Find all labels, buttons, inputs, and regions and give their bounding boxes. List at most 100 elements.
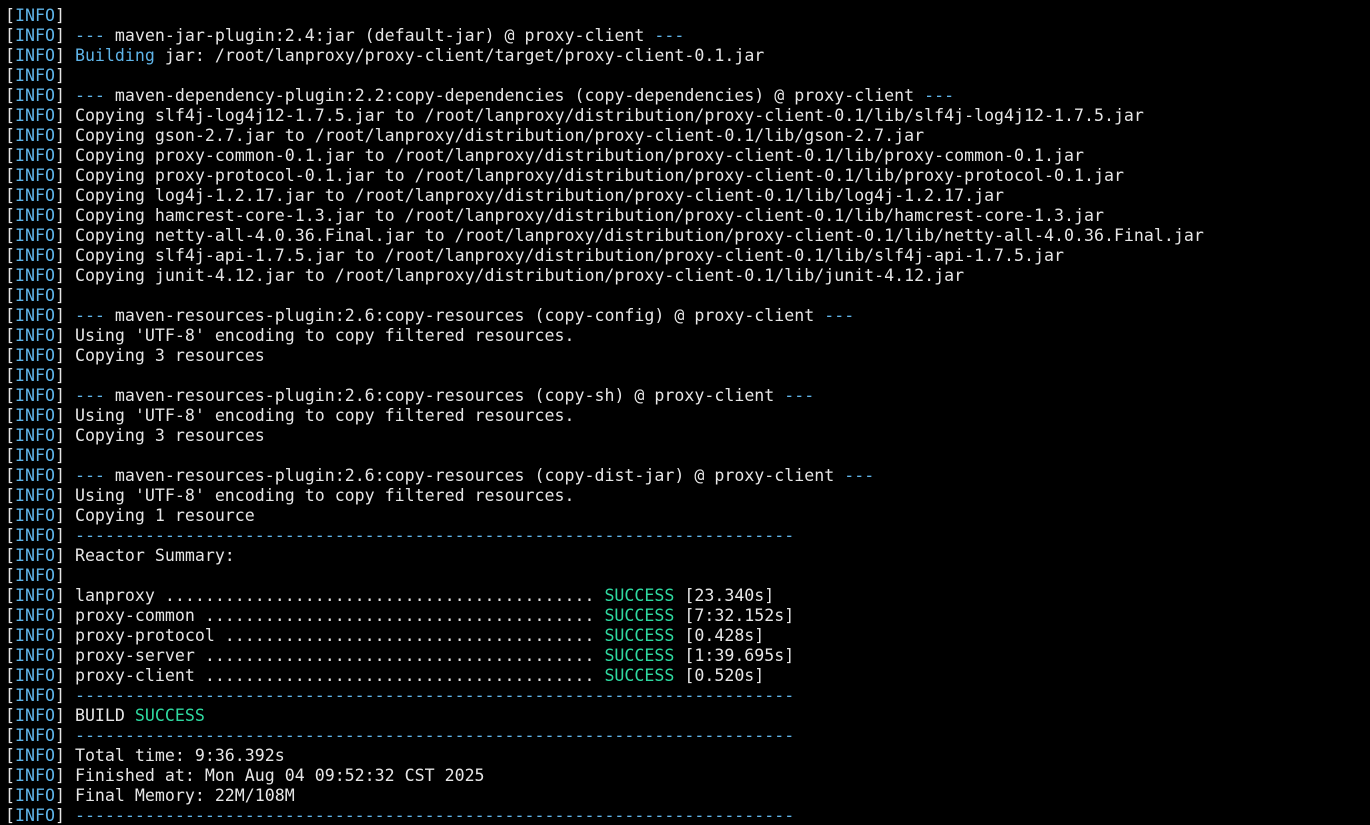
terminal-line: [INFO] Using 'UTF-8' encoding to copy fi… <box>5 406 1365 426</box>
terminal-line: [INFO] Copying 3 resources <box>5 426 1365 446</box>
line-text: ] Copying log4j-1.2.17.jar to /root/lanp… <box>54 186 1005 205</box>
line-text: ] Copying 3 resources <box>54 426 265 445</box>
log-level-tag: INFO <box>15 326 55 345</box>
success-status: SUCCESS <box>134 706 205 725</box>
line-text: ] proxy-server .........................… <box>54 646 605 665</box>
line-text: ] Reactor Summary: <box>54 546 235 565</box>
terminal-line: [INFO] proxy-common ....................… <box>5 606 1365 626</box>
log-level-tag: INFO <box>15 526 55 545</box>
line-text: ] Copying netty-all-4.0.36.Final.jar to … <box>54 226 1204 245</box>
line-text: ] <box>54 446 65 465</box>
line-text: maven-resources-plugin:2.6:copy-resource… <box>104 306 825 325</box>
terminal-line: [INFO] <box>5 366 1365 386</box>
line-text: maven-resources-plugin:2.6:copy-resource… <box>104 466 845 485</box>
log-level-tag: INFO <box>15 406 55 425</box>
separator-dashes: ----------------------------------------… <box>74 686 795 705</box>
terminal-line: [INFO] ---------------------------------… <box>5 526 1365 546</box>
log-level-tag: INFO <box>15 566 55 585</box>
line-text: ] <box>54 286 65 305</box>
separator-dashes: ----------------------------------------… <box>74 526 795 545</box>
line-text: ] proxy-client .........................… <box>54 666 605 685</box>
line-text: [ <box>5 66 15 85</box>
line-text: [ <box>5 126 15 145</box>
line-text: ] <box>54 386 75 405</box>
line-text: ] <box>54 806 75 825</box>
terminal-line: [INFO] <box>5 446 1365 466</box>
success-status: SUCCESS <box>604 666 675 685</box>
line-text: maven-dependency-plugin:2.2:copy-depende… <box>104 86 925 105</box>
line-text: [ <box>5 226 15 245</box>
line-text: ] BUILD <box>54 706 135 725</box>
log-level-tag: INFO <box>15 126 55 145</box>
line-text: [ <box>5 706 15 725</box>
terminal-output[interactable]: [INFO] [INFO] --- maven-jar-plugin:2.4:ja… <box>5 6 1365 825</box>
log-level-tag: INFO <box>15 686 55 705</box>
line-text: [ <box>5 266 15 285</box>
line-text: [ <box>5 386 15 405</box>
terminal-line: [INFO] <box>5 566 1365 586</box>
terminal-line: [INFO] ---------------------------------… <box>5 686 1365 706</box>
line-text: ] <box>54 726 75 745</box>
line-text: jar: /root/lanproxy/proxy-client/target/… <box>154 46 765 65</box>
separator-dashes: --- <box>74 466 105 485</box>
line-text: [ <box>5 466 15 485</box>
line-text: ] Using 'UTF-8' encoding to copy filtere… <box>54 326 575 345</box>
line-text: [1:39.695s] <box>674 646 795 665</box>
log-level-tag: INFO <box>15 286 55 305</box>
line-text: ] <box>54 526 75 545</box>
log-level-tag: INFO <box>15 786 55 805</box>
terminal-line: [INFO] --- maven-resources-plugin:2.6:co… <box>5 306 1365 326</box>
separator-dashes: --- <box>74 306 105 325</box>
line-text: ] Copying hamcrest-core-1.3.jar to /root… <box>54 206 1104 225</box>
terminal-line: [INFO] ---------------------------------… <box>5 726 1365 746</box>
line-text: [ <box>5 146 15 165</box>
line-text: [ <box>5 366 15 385</box>
line-text: ] <box>54 686 75 705</box>
line-text: ] <box>54 66 65 85</box>
line-text: [ <box>5 166 15 185</box>
success-status: SUCCESS <box>604 586 675 605</box>
line-text: [ <box>5 286 15 305</box>
line-text: maven-resources-plugin:2.6:copy-resource… <box>104 386 785 405</box>
log-level-tag: INFO <box>15 206 55 225</box>
line-text: ] Copying proxy-protocol-0.1.jar to /roo… <box>54 166 1124 185</box>
line-text: ] Final Memory: 22M/108M <box>54 786 295 805</box>
line-text: [ <box>5 426 15 445</box>
line-text: [0.428s] <box>674 626 765 645</box>
line-text: ] <box>54 466 75 485</box>
line-text: [ <box>5 46 15 65</box>
terminal-line: [INFO] Copying 3 resources <box>5 346 1365 366</box>
line-text: ] <box>54 46 75 65</box>
log-level-tag: INFO <box>15 386 55 405</box>
line-text: ] <box>54 26 75 45</box>
terminal-line: [INFO] Copying slf4j-log4j12-1.7.5.jar t… <box>5 106 1365 126</box>
separator-dashes: ----------------------------------------… <box>74 726 795 745</box>
line-text: [ <box>5 506 15 525</box>
separator-dashes: --- <box>74 26 105 45</box>
log-level-tag: INFO <box>15 86 55 105</box>
success-status: SUCCESS <box>604 606 675 625</box>
log-level-tag: INFO <box>15 446 55 465</box>
line-text: [ <box>5 526 15 545</box>
terminal-line: [INFO] Copying gson-2.7.jar to /root/lan… <box>5 126 1365 146</box>
line-text: [ <box>5 486 15 505</box>
separator-dashes: --- <box>784 386 815 405</box>
line-text: ] lanproxy .............................… <box>54 586 605 605</box>
log-level-tag: INFO <box>15 346 55 365</box>
line-text: [ <box>5 586 15 605</box>
terminal-line: [INFO] --- maven-resources-plugin:2.6:co… <box>5 386 1365 406</box>
log-level-tag: INFO <box>15 466 55 485</box>
separator-dashes: --- <box>824 306 855 325</box>
terminal-line: [INFO] ---------------------------------… <box>5 806 1365 825</box>
line-text: ] <box>54 6 65 25</box>
separator-dashes: --- <box>74 386 105 405</box>
log-level-tag: INFO <box>15 666 55 685</box>
log-level-tag: INFO <box>15 26 55 45</box>
terminal-line: [INFO] Copying log4j-1.2.17.jar to /root… <box>5 186 1365 206</box>
log-level-tag: INFO <box>15 186 55 205</box>
terminal-line: [INFO] Copying proxy-protocol-0.1.jar to… <box>5 166 1365 186</box>
terminal-line: [INFO] Final Memory: 22M/108M <box>5 786 1365 806</box>
separator-dashes: --- <box>74 86 105 105</box>
line-text: [ <box>5 86 15 105</box>
terminal-line: [INFO] Copying 1 resource <box>5 506 1365 526</box>
